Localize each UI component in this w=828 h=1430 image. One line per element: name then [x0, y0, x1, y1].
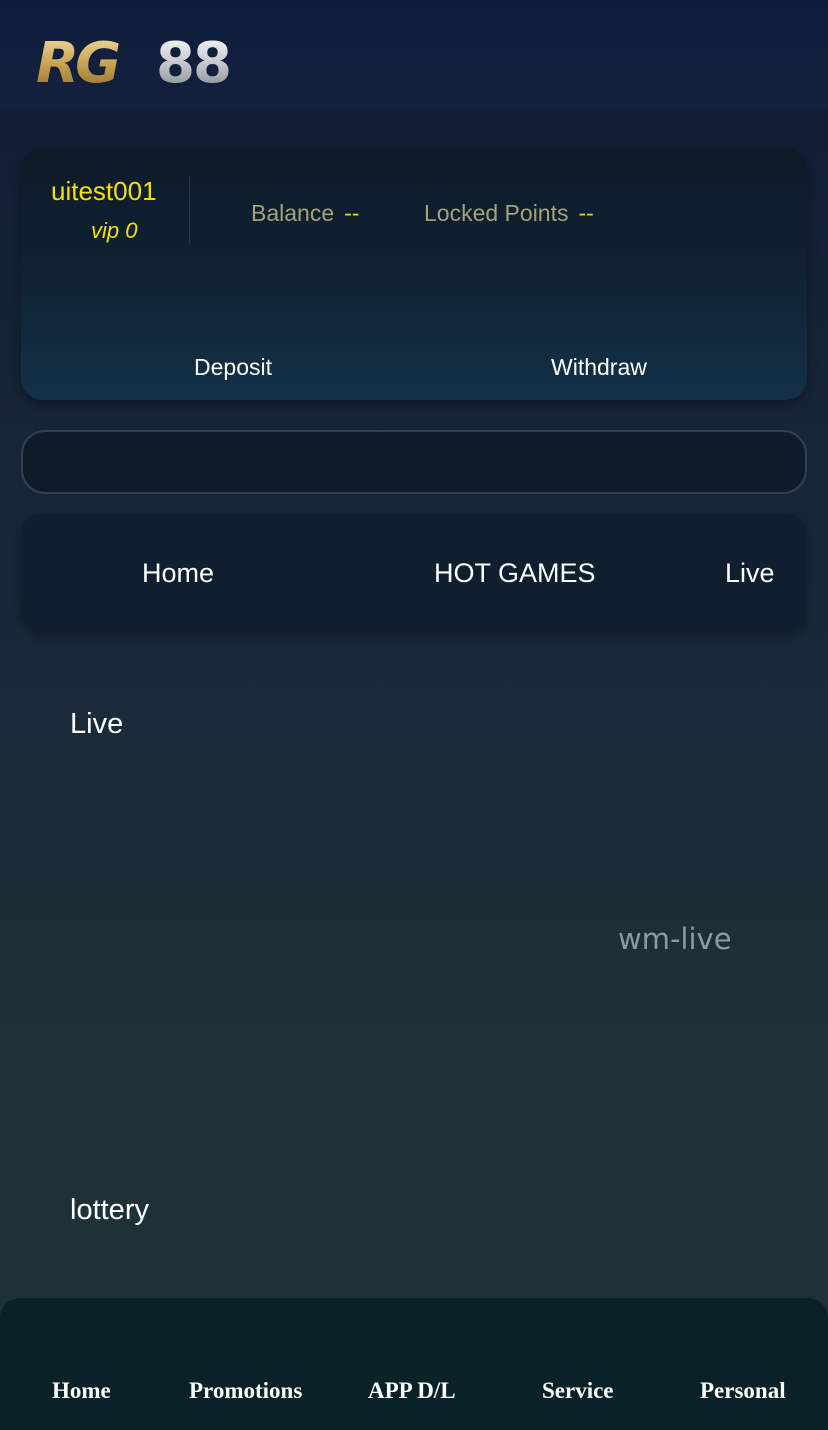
marquee-bar[interactable] — [21, 430, 807, 494]
user-account-card: uitest001 vip 0 Balance -- Locked Points -… — [21, 148, 807, 400]
locked-points-label: Locked Points — [424, 200, 569, 226]
bottom-nav-app-download[interactable]: APP D/L — [368, 1378, 456, 1404]
bottom-nav-personal[interactable]: Personal — [700, 1378, 786, 1404]
divider — [189, 176, 190, 244]
header: RG 88 — [0, 0, 828, 108]
username: uitest001 — [51, 176, 157, 206]
section-title-lottery: lottery — [70, 1194, 149, 1226]
withdraw-button[interactable]: Withdraw — [551, 354, 647, 381]
tab-home[interactable]: Home — [142, 558, 214, 589]
deposit-button[interactable]: Deposit — [194, 354, 272, 381]
bottom-nav-service[interactable]: Service — [542, 1378, 614, 1404]
balance-stat: Balance -- — [251, 200, 359, 227]
game-wm-live[interactable]: wm-live — [618, 922, 732, 956]
svg-text:88: 88 — [156, 31, 230, 88]
rg88-logo[interactable]: RG 88 — [36, 28, 272, 88]
bottom-nav: Home Promotions APP D/L Service Personal — [0, 1298, 828, 1430]
balance-label: Balance — [251, 200, 335, 226]
tab-hot-games[interactable]: HOT GAMES — [434, 558, 596, 589]
locked-points-value: -- — [578, 200, 594, 226]
vip-level: vip 0 — [91, 218, 138, 243]
balance-value: -- — [344, 200, 360, 226]
tab-live[interactable]: Live — [725, 558, 775, 589]
game-category-nav: Home HOT GAMES Live — [21, 514, 807, 632]
locked-points-stat: Locked Points -- — [424, 200, 594, 227]
bottom-nav-home[interactable]: Home — [52, 1378, 111, 1404]
svg-text:RG: RG — [36, 31, 119, 88]
section-title-live: Live — [70, 708, 124, 740]
bottom-nav-promotions[interactable]: Promotions — [189, 1378, 302, 1404]
